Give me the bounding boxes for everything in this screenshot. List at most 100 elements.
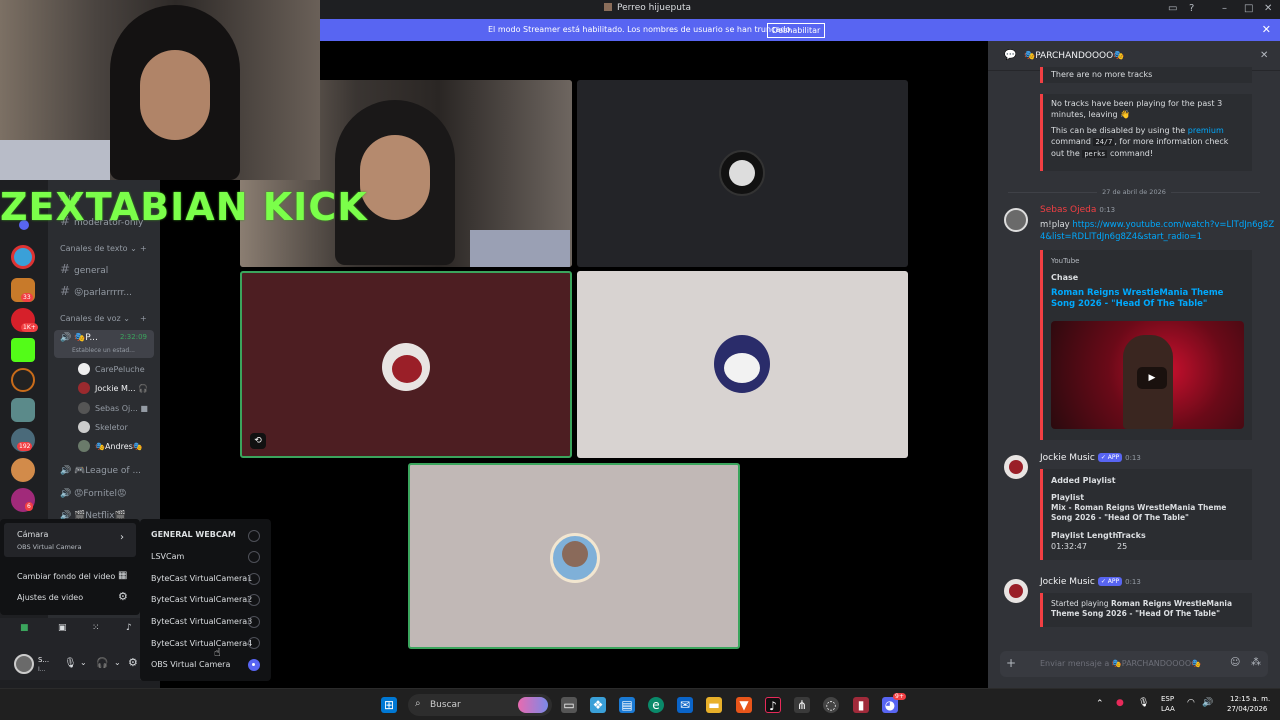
camera-toggle-icon[interactable]: ■	[20, 623, 29, 633]
volume-icon[interactable]: 🔊	[1202, 698, 1213, 708]
premium-link[interactable]: premium	[1188, 126, 1224, 135]
video-settings-item[interactable]: Ajustes de video	[17, 593, 83, 602]
voice-user[interactable]: CarePeluche	[78, 363, 145, 375]
camera-option[interactable]: ByteCast VirtualCamera3	[151, 617, 252, 626]
video-tile-speaking[interactable]: ⟲	[240, 271, 572, 458]
camera-option-selected[interactable]: OBS Virtual Camera	[151, 660, 230, 669]
keyboard-layout[interactable]: LAA	[1161, 705, 1175, 713]
embed-author[interactable]: Chase	[1051, 272, 1244, 283]
microphone-tray-icon[interactable]: 🎙	[1138, 698, 1149, 708]
emoji-icon[interactable]: ☺	[1230, 657, 1240, 668]
avatar[interactable]	[14, 654, 34, 674]
headphones-icon[interactable]: 🎧	[96, 658, 108, 669]
brave-icon[interactable]: ▼	[736, 697, 752, 713]
voice-channel-fornite[interactable]: 🔊 😡Fornitel😡	[60, 489, 126, 499]
app-icon[interactable]: ⋔	[794, 697, 810, 713]
voice-user[interactable]: Jockie M... 🎧	[78, 382, 148, 394]
chevron-down-icon[interactable]: ⌄	[114, 658, 121, 667]
clock-time[interactable]: 12:15 a. m.	[1230, 695, 1270, 703]
inbox-icon[interactable]: ▭	[1168, 3, 1177, 14]
screen-share-icon[interactable]: ▣	[58, 623, 67, 633]
language-code[interactable]: ESP	[1161, 695, 1174, 703]
voice-status[interactable]: Establece un estad...	[72, 347, 135, 354]
task-view-icon[interactable]: ▭	[561, 697, 577, 713]
active-voice-channel[interactable]: 🔊 🎭P... 2:32:09 Establece un estad...	[54, 330, 154, 358]
outlook-icon[interactable]: ✉	[677, 697, 693, 713]
store-icon[interactable]: ▤	[619, 697, 635, 713]
radio-button[interactable]	[248, 551, 260, 563]
help-icon[interactable]: ?	[1189, 3, 1194, 14]
camera-option[interactable]: ByteCast VirtualCamera2	[151, 595, 252, 604]
camera-menu-item[interactable]: Cámara OBS Virtual Camera ›	[4, 523, 136, 557]
video-tile-speaking[interactable]	[408, 463, 740, 649]
play-icon[interactable]: ▶	[1137, 367, 1167, 389]
category-voice-channels[interactable]: Canales de voz ⌄ +	[60, 314, 147, 323]
camera-option[interactable]: ByteCast VirtualCamera4	[151, 639, 252, 648]
tray-app-icon[interactable]: ●	[1116, 698, 1124, 708]
video-tile-user[interactable]	[577, 80, 908, 267]
minimize-button[interactable]: –	[1222, 3, 1227, 14]
radio-button-selected[interactable]	[248, 659, 260, 671]
activities-icon[interactable]: ⁙	[92, 623, 100, 633]
file-explorer-icon[interactable]: ▬	[706, 697, 722, 713]
youtube-link[interactable]: https://www.youtube.com/watch?v=LlTdJn6g…	[1040, 220, 1274, 242]
camera-option[interactable]: GENERAL WEBCAM	[151, 530, 236, 539]
radio-button[interactable]	[248, 616, 260, 628]
voice-channel-league[interactable]: 🔊 🎮League of ...	[60, 466, 141, 476]
radio-button[interactable]	[248, 530, 260, 542]
camera-option[interactable]: LSVCam	[151, 552, 184, 561]
windows-start-icon[interactable]: ⊞	[381, 697, 397, 713]
channel-parlar[interactable]: # 😝parlarrrrr...	[60, 284, 132, 298]
video-tile-user[interactable]	[577, 271, 908, 458]
taskbar-search[interactable]: ⌕ Buscar	[408, 694, 552, 716]
close-window-button[interactable]: ✕	[1264, 3, 1272, 14]
channel-general[interactable]: # general	[60, 262, 108, 276]
edge-icon[interactable]: e	[648, 697, 664, 713]
voice-user[interactable]: Skeletor	[78, 421, 128, 433]
kick-server-icon[interactable]	[11, 338, 35, 362]
app-icon[interactable]: ▮	[853, 697, 869, 713]
close-icon[interactable]: ✕	[1262, 23, 1271, 36]
chat-input[interactable]: + Enviar mensaje a 🎭PARCHANDOOOO🎭 ☺ ⁂	[1000, 651, 1268, 677]
wifi-icon[interactable]: ◠	[1187, 698, 1195, 708]
message-author[interactable]: Jockie Music ✓ APP 0:13	[1040, 453, 1141, 463]
voice-user[interactable]: Sebas Oj... ■	[78, 402, 148, 414]
avatar[interactable]	[1004, 455, 1028, 479]
message-author[interactable]: Sebas Ojeda 0:13	[1040, 205, 1115, 215]
avatar-figure	[729, 160, 755, 186]
close-chat-icon[interactable]: ✕	[1260, 50, 1268, 61]
microphone-icon[interactable]: 🎙	[64, 658, 77, 669]
maximize-button[interactable]: □	[1244, 3, 1253, 14]
popout-icon[interactable]: ⟲	[250, 433, 266, 449]
gear-icon[interactable]: ⚙	[128, 656, 138, 669]
video-thumbnail[interactable]: ▶	[1051, 321, 1244, 429]
apps-icon[interactable]: ⁂	[1251, 657, 1261, 668]
server-icon[interactable]	[11, 398, 35, 422]
chevron-down-icon[interactable]: ⌄	[80, 658, 87, 667]
avatar[interactable]	[1004, 579, 1028, 603]
app-icon[interactable]: ◌	[823, 697, 839, 713]
user-name[interactable]: S...	[38, 656, 49, 664]
clock-date[interactable]: 27/04/2026	[1227, 705, 1267, 713]
widgets-icon[interactable]: ❖	[590, 697, 606, 713]
message-author[interactable]: Jockie Music ✓ APP 0:13	[1040, 577, 1141, 587]
add-channel-icon[interactable]: +	[140, 244, 147, 253]
radio-button[interactable]	[248, 594, 260, 606]
add-attachment-icon[interactable]: +	[1006, 656, 1016, 670]
change-background-item[interactable]: Cambiar fondo del video	[17, 572, 115, 581]
tiktok-icon[interactable]: ♪	[765, 697, 781, 713]
server-icon[interactable]	[11, 458, 35, 482]
embed-title[interactable]: Roman Reigns WrestleMania Theme Song 202…	[1051, 288, 1244, 310]
category-text-channels[interactable]: Canales de texto ⌄ +	[60, 244, 147, 253]
camera-option[interactable]: ByteCast VirtualCamera1	[151, 574, 252, 583]
disable-streamer-button[interactable]: Deshabilitar	[767, 23, 826, 38]
add-channel-icon[interactable]: +	[140, 314, 147, 323]
server-icon[interactable]	[11, 368, 35, 392]
radio-button[interactable]	[248, 573, 260, 585]
avatar[interactable]	[1004, 208, 1028, 232]
server-icon[interactable]	[11, 245, 35, 269]
soundboard-icon[interactable]: ♪	[126, 623, 132, 633]
radio-button[interactable]	[248, 637, 260, 649]
voice-user[interactable]: 🎭Andres🎭	[78, 440, 143, 452]
chevron-up-icon[interactable]: ⌃	[1096, 699, 1104, 709]
